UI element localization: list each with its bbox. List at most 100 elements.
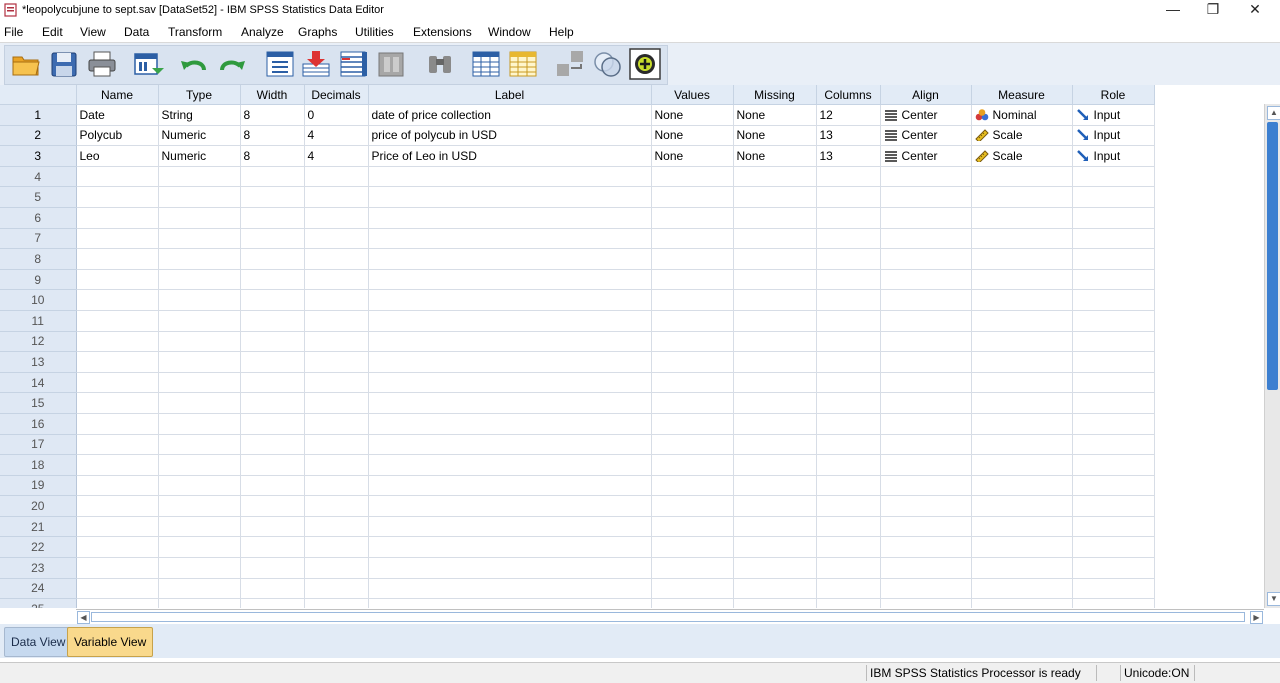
empty-cell[interactable] <box>1072 186 1155 208</box>
empty-row[interactable]: 16 <box>0 413 1155 435</box>
empty-cell[interactable] <box>816 454 881 476</box>
empty-row[interactable]: 21 <box>0 516 1155 538</box>
cell-role[interactable]: Input <box>1072 145 1155 167</box>
empty-cell[interactable] <box>733 228 817 250</box>
cell-name[interactable]: Polycub <box>76 125 159 147</box>
row-number[interactable]: 13 <box>0 351 77 373</box>
empty-cell[interactable] <box>971 186 1073 208</box>
restore-button[interactable]: ❐ <box>1190 0 1236 21</box>
empty-cell[interactable] <box>816 392 881 414</box>
empty-cell[interactable] <box>240 331 305 353</box>
empty-row[interactable]: 5 <box>0 186 1155 208</box>
empty-cell[interactable] <box>368 434 652 456</box>
cell-label[interactable]: price of polycub in USD <box>368 125 652 147</box>
empty-cell[interactable] <box>304 434 369 456</box>
menu-edit[interactable]: Edit <box>42 25 63 39</box>
empty-cell[interactable] <box>1072 228 1155 250</box>
row-number[interactable]: 6 <box>0 207 77 229</box>
empty-cell[interactable] <box>368 228 652 250</box>
empty-cell[interactable] <box>733 248 817 270</box>
empty-cell[interactable] <box>368 578 652 600</box>
col-header-align[interactable]: Align <box>880 85 972 105</box>
empty-cell[interactable] <box>1072 434 1155 456</box>
empty-row[interactable]: 9 <box>0 269 1155 291</box>
empty-cell[interactable] <box>158 598 241 608</box>
row-number[interactable]: 20 <box>0 495 77 517</box>
col-header-measure[interactable]: Measure <box>971 85 1073 105</box>
empty-cell[interactable] <box>1072 516 1155 538</box>
empty-cell[interactable] <box>651 598 734 608</box>
col-header-label[interactable]: Label <box>368 85 652 105</box>
empty-cell[interactable] <box>304 269 369 291</box>
empty-cell[interactable] <box>733 166 817 188</box>
empty-cell[interactable] <box>651 392 734 414</box>
empty-cell[interactable] <box>651 351 734 373</box>
empty-cell[interactable] <box>76 310 159 332</box>
empty-cell[interactable] <box>1072 269 1155 291</box>
empty-cell[interactable] <box>1072 475 1155 497</box>
variables-icon[interactable] <box>338 48 370 80</box>
cell-align[interactable]: Center <box>880 104 972 126</box>
empty-cell[interactable] <box>816 495 881 517</box>
cell-name[interactable]: Date <box>76 104 159 126</box>
empty-cell[interactable] <box>816 434 881 456</box>
empty-row[interactable]: 15 <box>0 392 1155 414</box>
cell-type[interactable]: Numeric <box>158 125 241 147</box>
menu-help[interactable]: Help <box>549 25 574 39</box>
empty-cell[interactable] <box>240 598 305 608</box>
empty-cell[interactable] <box>880 248 972 270</box>
empty-cell[interactable] <box>240 269 305 291</box>
empty-cell[interactable] <box>1072 454 1155 476</box>
row-number[interactable]: 24 <box>0 578 77 600</box>
cell-align[interactable]: Center <box>880 125 972 147</box>
col-header-decimals[interactable]: Decimals <box>304 85 369 105</box>
empty-cell[interactable] <box>880 413 972 435</box>
empty-cell[interactable] <box>304 454 369 476</box>
empty-cell[interactable] <box>304 166 369 188</box>
recall-dialog-icon[interactable] <box>132 48 164 80</box>
cell-missing[interactable]: None <box>733 125 817 147</box>
cell-columns[interactable]: 13 <box>816 125 881 147</box>
empty-cell[interactable] <box>240 454 305 476</box>
empty-cell[interactable] <box>368 495 652 517</box>
corner-cell[interactable] <box>0 85 77 105</box>
empty-cell[interactable] <box>733 289 817 311</box>
empty-cell[interactable] <box>971 434 1073 456</box>
row-number[interactable]: 22 <box>0 536 77 559</box>
empty-cell[interactable] <box>733 598 817 608</box>
empty-cell[interactable] <box>158 475 241 497</box>
empty-cell[interactable] <box>304 331 369 353</box>
empty-row[interactable]: 7 <box>0 228 1155 250</box>
redo-icon[interactable] <box>216 48 248 80</box>
empty-cell[interactable] <box>368 351 652 373</box>
empty-cell[interactable] <box>816 372 881 394</box>
empty-cell[interactable] <box>368 454 652 476</box>
empty-cell[interactable] <box>971 166 1073 188</box>
empty-cell[interactable] <box>304 228 369 250</box>
empty-cell[interactable] <box>304 495 369 517</box>
empty-cell[interactable] <box>971 454 1073 476</box>
cell-columns[interactable]: 12 <box>816 104 881 126</box>
hscroll-thumb[interactable] <box>91 612 1245 622</box>
empty-cell[interactable] <box>158 186 241 208</box>
empty-cell[interactable] <box>304 310 369 332</box>
select-cases-icon[interactable] <box>592 48 624 80</box>
scroll-down-icon[interactable]: ▼ <box>1267 592 1280 606</box>
cell-measure[interactable]: Scale <box>971 125 1073 147</box>
variable-row[interactable]: 2 Polycub Numeric 8 4 price of polycub i… <box>0 125 1155 147</box>
empty-cell[interactable] <box>733 578 817 600</box>
split-file-icon[interactable] <box>376 48 408 80</box>
col-header-type[interactable]: Type <box>158 85 241 105</box>
empty-cell[interactable] <box>880 598 972 608</box>
row-number[interactable]: 5 <box>0 186 77 208</box>
empty-cell[interactable] <box>880 351 972 373</box>
empty-cell[interactable] <box>76 598 159 608</box>
empty-cell[interactable] <box>304 186 369 208</box>
empty-cell[interactable] <box>158 392 241 414</box>
empty-cell[interactable] <box>240 536 305 559</box>
empty-cell[interactable] <box>651 578 734 600</box>
empty-cell[interactable] <box>880 536 972 559</box>
row-number[interactable]: 23 <box>0 557 77 579</box>
empty-cell[interactable] <box>880 495 972 517</box>
empty-row[interactable]: 23 <box>0 557 1155 579</box>
